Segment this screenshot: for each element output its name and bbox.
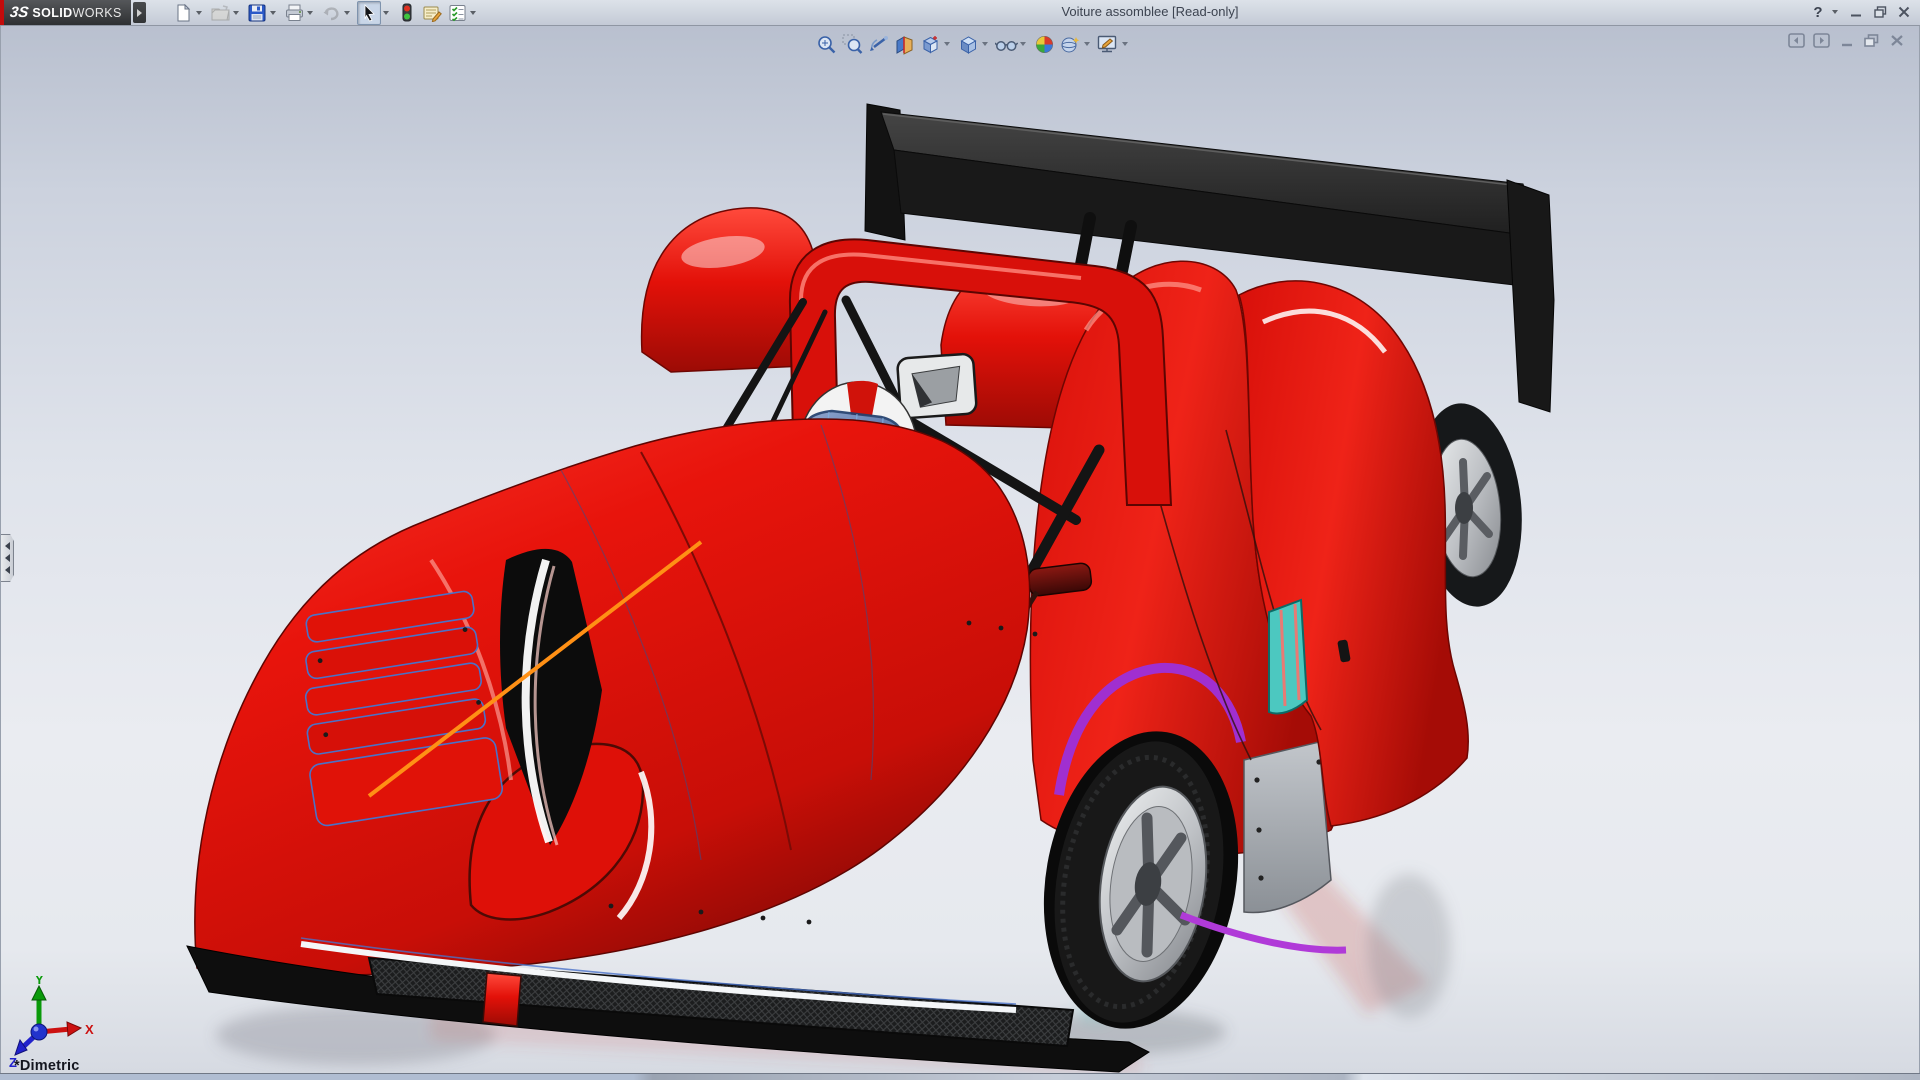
help-control: ? [1806,2,1842,22]
open-folder-icon [211,4,230,22]
collapse-left-pane-button[interactable] [1784,30,1809,50]
comment-button[interactable] [421,2,443,24]
save-dropdown[interactable] [270,11,276,15]
close-document-button[interactable] [1884,30,1909,50]
undo-arrow-icon [322,4,341,22]
new-dropdown[interactable] [196,11,202,15]
close-button[interactable] [1892,2,1916,22]
checklist-icon [448,4,467,22]
logo-glyph: 3S [9,4,30,21]
select-cursor-icon [361,4,377,22]
title-bar: 3S SOLIDWORKS Voitu [0,0,1920,26]
logo-text-light: WORKS [73,6,122,20]
grille-center-post [483,973,521,1026]
side-vent-teal [1269,600,1307,714]
triad-y-label: Y [35,976,44,987]
print-button[interactable] [283,2,305,24]
airbox-intake [897,353,977,418]
view-settings-icon [1060,34,1081,55]
triad-x-label: X [85,1022,94,1037]
main-toolbar [172,1,483,24]
graphics-area[interactable]: Y X Z *Dimetric [0,26,1920,1074]
window-controls [1844,2,1916,22]
undo-button[interactable] [320,2,342,24]
stoplight-button[interactable] [396,2,418,24]
glasses-icon [995,34,1018,55]
zoom-to-area-icon [842,34,863,55]
previous-view-icon [868,34,889,55]
print-icon [285,4,304,22]
orientation-triad: Y X Z [7,976,107,1068]
solidworks-logo: 3S SOLIDWORKS [4,0,131,25]
hide-show-items-dropdown[interactable] [1020,42,1026,46]
3d-drawing-view-icon [1097,34,1119,55]
solidworks-window: { "titlebar": { "logo": { "glyph": "3S",… [0,0,1920,1080]
zoom-to-area-button[interactable] [840,32,864,56]
previous-view-button[interactable] [866,32,890,56]
display-style-button[interactable] [956,32,980,56]
collapse-arrow-icon [5,566,10,574]
expand-right-pane-button[interactable] [1809,30,1834,50]
view-orientation-button[interactable] [918,32,942,56]
feature-manager-collapsed-tab[interactable] [1,534,14,582]
document-window-controls [1784,30,1909,50]
select-dropdown[interactable] [383,11,389,15]
new-button[interactable] [172,2,194,24]
view-settings-dropdown[interactable] [1084,42,1090,46]
minimize-document-button[interactable] [1834,30,1859,50]
window-bottom-frame [0,1073,1920,1080]
car-model-3d-view[interactable] [1,26,1920,1074]
print-dropdown[interactable] [307,11,313,15]
apply-scene-icon [1034,34,1055,55]
collapse-arrow-icon [5,554,10,562]
zoom-to-fit-button[interactable] [814,32,838,56]
new-document-icon [174,4,192,22]
3d-drawing-view-button[interactable] [1096,32,1120,56]
view-orientation-dropdown[interactable] [944,42,950,46]
stoplight-icon [401,3,413,22]
help-button[interactable]: ? [1806,2,1830,22]
menu-flyout-button[interactable] [133,2,146,23]
apply-scene-button[interactable] [1032,32,1056,56]
section-view-button[interactable] [892,32,916,56]
design-checker-dropdown[interactable] [470,11,476,15]
rocker-panel [1244,742,1331,913]
undo-dropdown[interactable] [344,11,350,15]
heads-up-view-toolbar [813,32,1133,56]
display-style-icon [958,34,979,55]
3d-drawing-view-dropdown[interactable] [1122,42,1128,46]
display-style-dropdown[interactable] [982,42,988,46]
open-dropdown[interactable] [233,11,239,15]
logo-text-bold: SOLID [32,6,72,20]
view-orientation-label: *Dimetric [14,1058,79,1074]
window-title: Voiture assomblee [Read-only] [1040,4,1260,19]
design-checker-button[interactable] [446,2,468,24]
restore-button[interactable] [1868,2,1892,22]
comment-note-icon [422,4,442,22]
hide-show-items-button[interactable] [994,32,1018,56]
zoom-to-fit-icon [816,34,837,55]
save-button[interactable] [246,2,268,24]
section-view-icon [894,34,915,55]
open-button[interactable] [209,2,231,24]
view-settings-button[interactable] [1058,32,1082,56]
restore-document-button[interactable] [1859,30,1884,50]
help-dropdown[interactable] [1832,10,1838,14]
select-button[interactable] [357,1,381,25]
collapse-arrow-icon [5,542,10,550]
save-floppy-icon [248,4,266,22]
view-orientation-icon [920,34,941,55]
minimize-button[interactable] [1844,2,1868,22]
